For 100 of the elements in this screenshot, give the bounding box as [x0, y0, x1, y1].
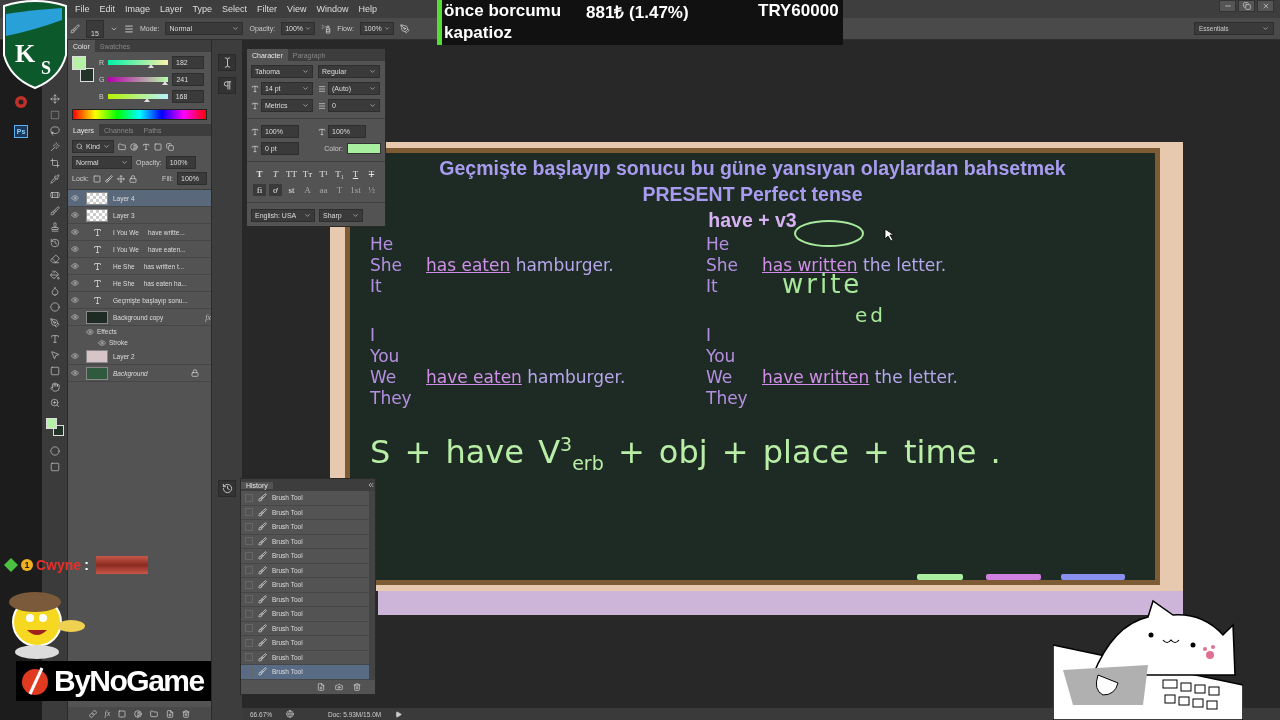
mask-icon[interactable] — [118, 709, 127, 718]
brush-icon[interactable] — [70, 23, 80, 34]
paragraph-panel-button[interactable] — [218, 77, 236, 94]
caret-icon[interactable] — [103, 143, 110, 150]
airbrush-icon[interactable] — [321, 23, 332, 34]
channel-slider[interactable] — [108, 77, 169, 82]
caret-icon[interactable] — [1262, 25, 1269, 32]
eye-icon[interactable] — [71, 279, 79, 287]
move-icon[interactable] — [49, 94, 60, 104]
menu-item[interactable]: Filter — [252, 4, 283, 14]
text-style-button[interactable]: T₁ — [333, 168, 346, 180]
color-swatches[interactable] — [72, 56, 94, 82]
eye-icon[interactable] — [71, 369, 79, 377]
new-document-icon[interactable] — [317, 682, 325, 691]
eye-icon[interactable] — [71, 296, 79, 304]
caret-icon[interactable] — [352, 212, 359, 219]
eye-icon[interactable] — [71, 313, 79, 321]
hand-icon[interactable] — [49, 382, 60, 392]
filter-icon[interactable] — [166, 142, 174, 151]
menu-item[interactable]: View — [282, 4, 312, 14]
menu-item[interactable]: Window — [311, 4, 354, 14]
pointer-icon[interactable] — [49, 350, 60, 360]
text-style-button[interactable]: T — [365, 168, 378, 180]
caret-icon[interactable] — [232, 25, 240, 32]
slider-thumb[interactable] — [144, 98, 151, 102]
magic-wand-icon[interactable] — [49, 142, 60, 152]
caret-icon[interactable] — [369, 68, 376, 75]
crop-icon[interactable] — [49, 158, 60, 168]
restore-icon[interactable] — [1242, 2, 1251, 10]
color-spectrum[interactable] — [72, 109, 207, 120]
menu-item[interactable]: Select — [217, 4, 253, 14]
minimize-button[interactable] — [1219, 0, 1236, 12]
eye-icon[interactable] — [71, 352, 79, 360]
caret-icon[interactable] — [304, 212, 311, 219]
menu-item[interactable]: Type — [187, 4, 218, 14]
link-icon[interactable] — [88, 709, 97, 718]
menu-item[interactable]: Help — [353, 4, 382, 14]
screen-mode-icon[interactable] — [49, 462, 60, 472]
droplet-icon[interactable] — [49, 286, 60, 296]
opentype-button[interactable]: st — [285, 184, 298, 196]
opentype-button[interactable]: fi — [253, 184, 266, 196]
app-icon[interactable] — [14, 95, 28, 109]
eyedropper-icon[interactable] — [49, 174, 60, 184]
restore-button[interactable] — [1238, 0, 1255, 12]
eye-icon[interactable] — [86, 327, 94, 336]
filter-icon[interactable] — [142, 142, 150, 151]
text-color-swatch[interactable] — [347, 143, 381, 154]
play-icon[interactable] — [395, 710, 403, 718]
pen-icon[interactable] — [49, 318, 60, 328]
close-icon[interactable] — [1261, 2, 1270, 10]
brush-icon[interactable] — [104, 174, 113, 183]
paint-bucket-icon[interactable] — [49, 270, 60, 280]
lasso-icon[interactable] — [49, 126, 60, 136]
history-brush-icon[interactable] — [49, 238, 60, 248]
bandage-icon[interactable] — [49, 190, 60, 200]
menu-item[interactable]: File — [70, 4, 95, 14]
lock-pixels-icon[interactable] — [92, 174, 101, 183]
color-swatches[interactable] — [45, 418, 64, 436]
menu-item[interactable]: Edit — [94, 4, 121, 14]
rectangle-icon[interactable] — [49, 366, 60, 376]
zoom-icon[interactable] — [49, 398, 60, 408]
caret-icon[interactable] — [302, 68, 309, 75]
menu-item[interactable]: Layer — [155, 4, 188, 14]
type-icon[interactable] — [49, 334, 60, 344]
slider-thumb[interactable] — [162, 81, 169, 85]
history-panel-button[interactable] — [218, 480, 236, 497]
text-style-button[interactable]: T — [269, 168, 282, 180]
marquee-icon[interactable] — [49, 110, 60, 120]
stamp-icon[interactable] — [49, 222, 60, 232]
channel-slider[interactable] — [107, 94, 168, 99]
text-style-button[interactable]: T — [349, 168, 362, 180]
brush-panel-icon[interactable] — [124, 23, 134, 34]
eye-icon[interactable] — [71, 228, 79, 236]
eye-icon[interactable] — [71, 245, 79, 253]
dodge-icon[interactable] — [49, 302, 60, 312]
filter-icon[interactable] — [118, 142, 126, 151]
character-panel-button[interactable] — [218, 54, 236, 71]
caret-icon[interactable] — [369, 102, 376, 109]
caret-icon[interactable] — [302, 85, 309, 92]
snapshot-checkbox[interactable] — [245, 667, 253, 676]
mask-icon[interactable] — [49, 446, 60, 456]
text-style-button[interactable]: TT — [285, 168, 298, 180]
eye-icon[interactable] — [98, 338, 106, 347]
caret-icon[interactable] — [121, 159, 128, 166]
opentype-button[interactable]: ơ — [269, 184, 282, 196]
trash-icon[interactable] — [182, 709, 191, 718]
caret-icon[interactable] — [302, 102, 309, 109]
channel-slider[interactable] — [108, 60, 169, 65]
scrollbar[interactable] — [369, 491, 375, 680]
adjustment-icon[interactable] — [134, 709, 143, 718]
brush-icon[interactable] — [49, 206, 60, 216]
lock-icon[interactable] — [128, 174, 137, 183]
move-icon[interactable] — [116, 174, 125, 183]
effects-button[interactable]: fx — [104, 709, 111, 718]
trash-icon[interactable] — [353, 682, 361, 691]
filter-icon[interactable] — [130, 142, 138, 151]
caret-icon[interactable] — [369, 85, 376, 92]
slider-thumb[interactable] — [147, 64, 154, 68]
pressure-icon[interactable] — [399, 23, 410, 34]
new-layer-icon[interactable] — [166, 709, 175, 718]
